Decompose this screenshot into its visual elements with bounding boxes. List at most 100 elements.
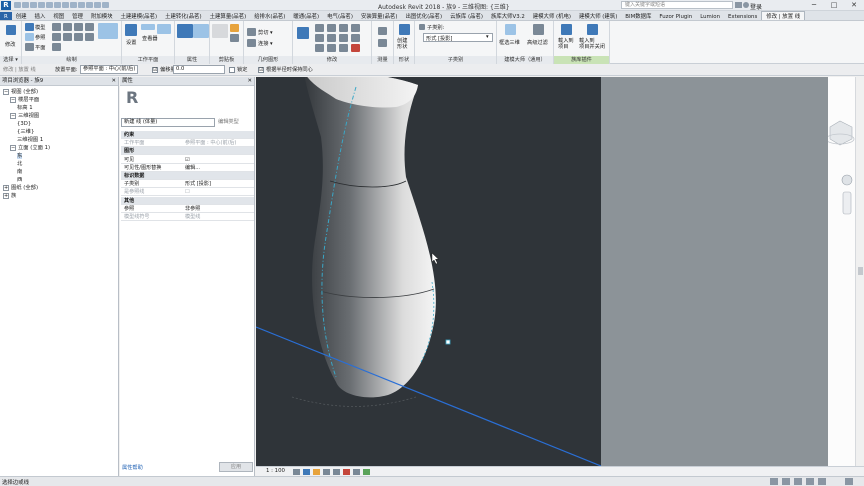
property-value[interactable]: 非参照: [185, 205, 200, 213]
tab-9[interactable]: 给排水(品茗): [250, 12, 289, 20]
model-label[interactable]: 模型: [35, 24, 45, 31]
design-options-icon[interactable]: [782, 478, 790, 485]
view-scale[interactable]: 1 : 100: [266, 468, 285, 474]
ellipse-tool-icon[interactable]: [74, 33, 83, 41]
filter3d-label[interactable]: 框选三维: [499, 39, 520, 46]
search-icon[interactable]: [735, 2, 742, 8]
property-category[interactable]: 图形: [121, 147, 254, 156]
filter-icon[interactable]: [845, 478, 853, 485]
tab-19[interactable]: Fuzor Plugin: [655, 12, 696, 20]
tab-13[interactable]: 出图优化(品茗): [402, 12, 447, 20]
tree-item[interactable]: + 图纸 (全部): [3, 184, 38, 192]
close-icon[interactable]: ✕: [247, 77, 252, 86]
tab-14[interactable]: 云族库 (品茗): [446, 12, 487, 20]
crop-view-icon[interactable]: [333, 469, 340, 475]
detail-level-icon[interactable]: [293, 469, 300, 475]
tree-item[interactable]: 标高 1: [17, 104, 33, 112]
line-tool-icon[interactable]: [52, 23, 61, 31]
apply-button[interactable]: 应用: [219, 462, 253, 472]
delete-icon[interactable]: [351, 44, 360, 52]
tree-item[interactable]: − 立面 (立面 1): [10, 144, 50, 152]
collapse-icon[interactable]: −: [3, 88, 9, 95]
array-icon[interactable]: [315, 44, 324, 52]
close-button[interactable]: ✕: [844, 0, 864, 11]
mirror-draw-icon[interactable]: [351, 24, 360, 32]
3d-viewport[interactable]: [256, 77, 601, 466]
cut-geometry-icon[interactable]: [247, 28, 256, 36]
open-icon[interactable]: [14, 2, 21, 8]
print-icon[interactable]: [46, 2, 53, 8]
minimize-button[interactable]: ─: [804, 0, 824, 11]
load-project-icon[interactable]: [561, 24, 572, 35]
cut-label[interactable]: 剪切 ▾: [258, 29, 273, 36]
tab-12[interactable]: 安装算量(品茗): [357, 12, 402, 20]
maximize-button[interactable]: □: [824, 0, 844, 11]
rotate-icon[interactable]: [327, 34, 336, 42]
align-icon[interactable]: [315, 24, 324, 32]
select-links-icon[interactable]: [794, 478, 802, 485]
pick-tool-icon[interactable]: [98, 23, 118, 39]
select-pinned-icon[interactable]: [806, 478, 814, 485]
scale-icon[interactable]: [327, 44, 336, 52]
tree-item[interactable]: − 三维视图: [10, 112, 39, 120]
worksets-icon[interactable]: [770, 478, 778, 485]
text-icon[interactable]: [62, 2, 69, 8]
tab-1[interactable]: 创建: [12, 12, 31, 20]
file-tab[interactable]: R: [0, 12, 12, 20]
measure-tool-icon[interactable]: [378, 27, 387, 35]
tree-item[interactable]: 三维视图 1: [17, 136, 43, 144]
modify-arrow-icon[interactable]: [6, 25, 16, 35]
collapse-icon[interactable]: −: [10, 112, 16, 119]
tree-item[interactable]: 南: [17, 168, 22, 176]
edit-type-button[interactable]: 编辑类型: [218, 118, 253, 127]
reveal-hidden-icon[interactable]: [353, 469, 360, 475]
redo-icon[interactable]: [38, 2, 45, 8]
sun-path-icon[interactable]: [313, 469, 320, 475]
property-category[interactable]: 其他: [121, 196, 254, 205]
tab-2[interactable]: 插入: [31, 12, 50, 20]
collapse-icon[interactable]: −: [10, 96, 16, 103]
close-hidden-icon[interactable]: [94, 2, 101, 8]
drag-elements-icon[interactable]: [818, 478, 826, 485]
pick-lines-icon[interactable]: [85, 33, 94, 41]
tab-20[interactable]: Lumion: [696, 12, 724, 20]
search-input[interactable]: 键入关键字或短语: [621, 1, 733, 9]
tree-item[interactable]: − 楼层平面: [10, 96, 39, 104]
point-tool-icon[interactable]: [52, 43, 61, 51]
reference-icon[interactable]: [25, 33, 34, 41]
set-label[interactable]: 设置: [126, 39, 136, 46]
lock-checkbox[interactable]: [229, 67, 235, 73]
placement-plane-select[interactable]: 参照平面 : 中心(前/后): [80, 65, 138, 74]
type-properties-icon[interactable]: [193, 24, 209, 38]
tab-21[interactable]: Extensions: [724, 12, 761, 20]
load-close-icon[interactable]: [587, 24, 598, 35]
measure-icon[interactable]: [54, 2, 61, 8]
cut-icon[interactable]: [230, 24, 239, 32]
tab-15[interactable]: 族库大师V3.2: [487, 12, 529, 20]
tab-16[interactable]: 建模大师 (机电): [529, 12, 575, 20]
create-form-icon[interactable]: [399, 24, 410, 35]
show-workplane-icon[interactable]: [141, 24, 155, 30]
switch-windows-icon[interactable]: [102, 2, 109, 8]
polygon-tool-icon[interactable]: [74, 23, 83, 31]
paste-icon[interactable]: [212, 24, 228, 38]
revit-logo[interactable]: R: [1, 1, 11, 10]
reference-label[interactable]: 参照: [35, 34, 45, 41]
property-value[interactable]: 形式 [投影]: [185, 180, 211, 188]
tree-item[interactable]: + 族: [3, 192, 16, 200]
rectangle-tool-icon[interactable]: [63, 23, 72, 31]
arc-tool-icon[interactable]: [52, 33, 61, 41]
tree-item[interactable]: − 视图 (全部): [3, 88, 38, 96]
analytics-icon[interactable]: [363, 469, 370, 475]
properties-help-link[interactable]: 属性帮助: [122, 464, 143, 471]
spline-tool-icon[interactable]: [63, 33, 72, 41]
create-form-label[interactable]: 创建 形状: [397, 38, 407, 50]
tab-6[interactable]: 土建建模(品茗): [117, 12, 162, 20]
tab-18[interactable]: BIM数据库: [621, 12, 655, 20]
tab-22[interactable]: 修改 | 放置 线: [761, 11, 806, 20]
tab-10[interactable]: 暖通(品茗): [289, 12, 323, 20]
pin-icon[interactable]: [339, 44, 348, 52]
offset-icon[interactable]: [327, 24, 336, 32]
tree-item[interactable]: 北: [17, 160, 22, 168]
vertical-scrollbar[interactable]: [855, 77, 864, 466]
